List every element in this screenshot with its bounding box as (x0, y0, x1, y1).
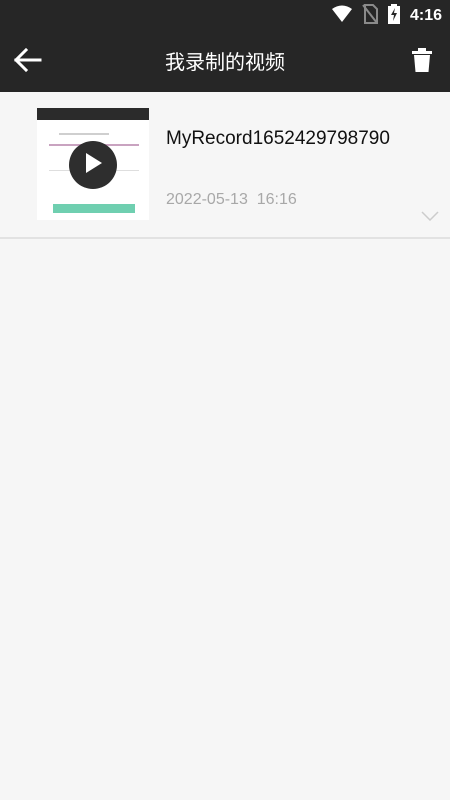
wifi-icon (331, 5, 352, 27)
play-button[interactable] (69, 141, 117, 189)
video-name: MyRecord1652429798790 (166, 128, 390, 149)
expand-button[interactable] (420, 208, 440, 222)
thumbnail-line (59, 133, 109, 135)
thumbnail-bar (37, 108, 149, 120)
trash-icon (412, 48, 432, 76)
app-bar: 我录制的视频 (0, 32, 450, 92)
chevron-down-icon (421, 206, 439, 225)
no-sim-icon (362, 4, 378, 28)
video-date: 2022-05-13 16:16 (166, 191, 297, 208)
video-thumbnail[interactable] (37, 108, 149, 220)
list-item[interactable]: MyRecord1652429798790 2022-05-13 16:16 (0, 92, 450, 239)
play-icon (83, 152, 103, 178)
thumbnail-button (53, 204, 135, 213)
battery-charging-icon (387, 4, 400, 28)
status-bar: 4:16 (0, 0, 450, 32)
delete-button[interactable] (402, 42, 442, 82)
back-button[interactable] (8, 42, 48, 82)
page-title: 我录制的视频 (165, 50, 285, 74)
status-time: 4:16 (409, 7, 442, 24)
status-icons: 4:16 (331, 0, 442, 32)
arrow-left-icon (13, 47, 42, 76)
video-list: MyRecord1652429798790 2022-05-13 16:16 (0, 92, 450, 800)
